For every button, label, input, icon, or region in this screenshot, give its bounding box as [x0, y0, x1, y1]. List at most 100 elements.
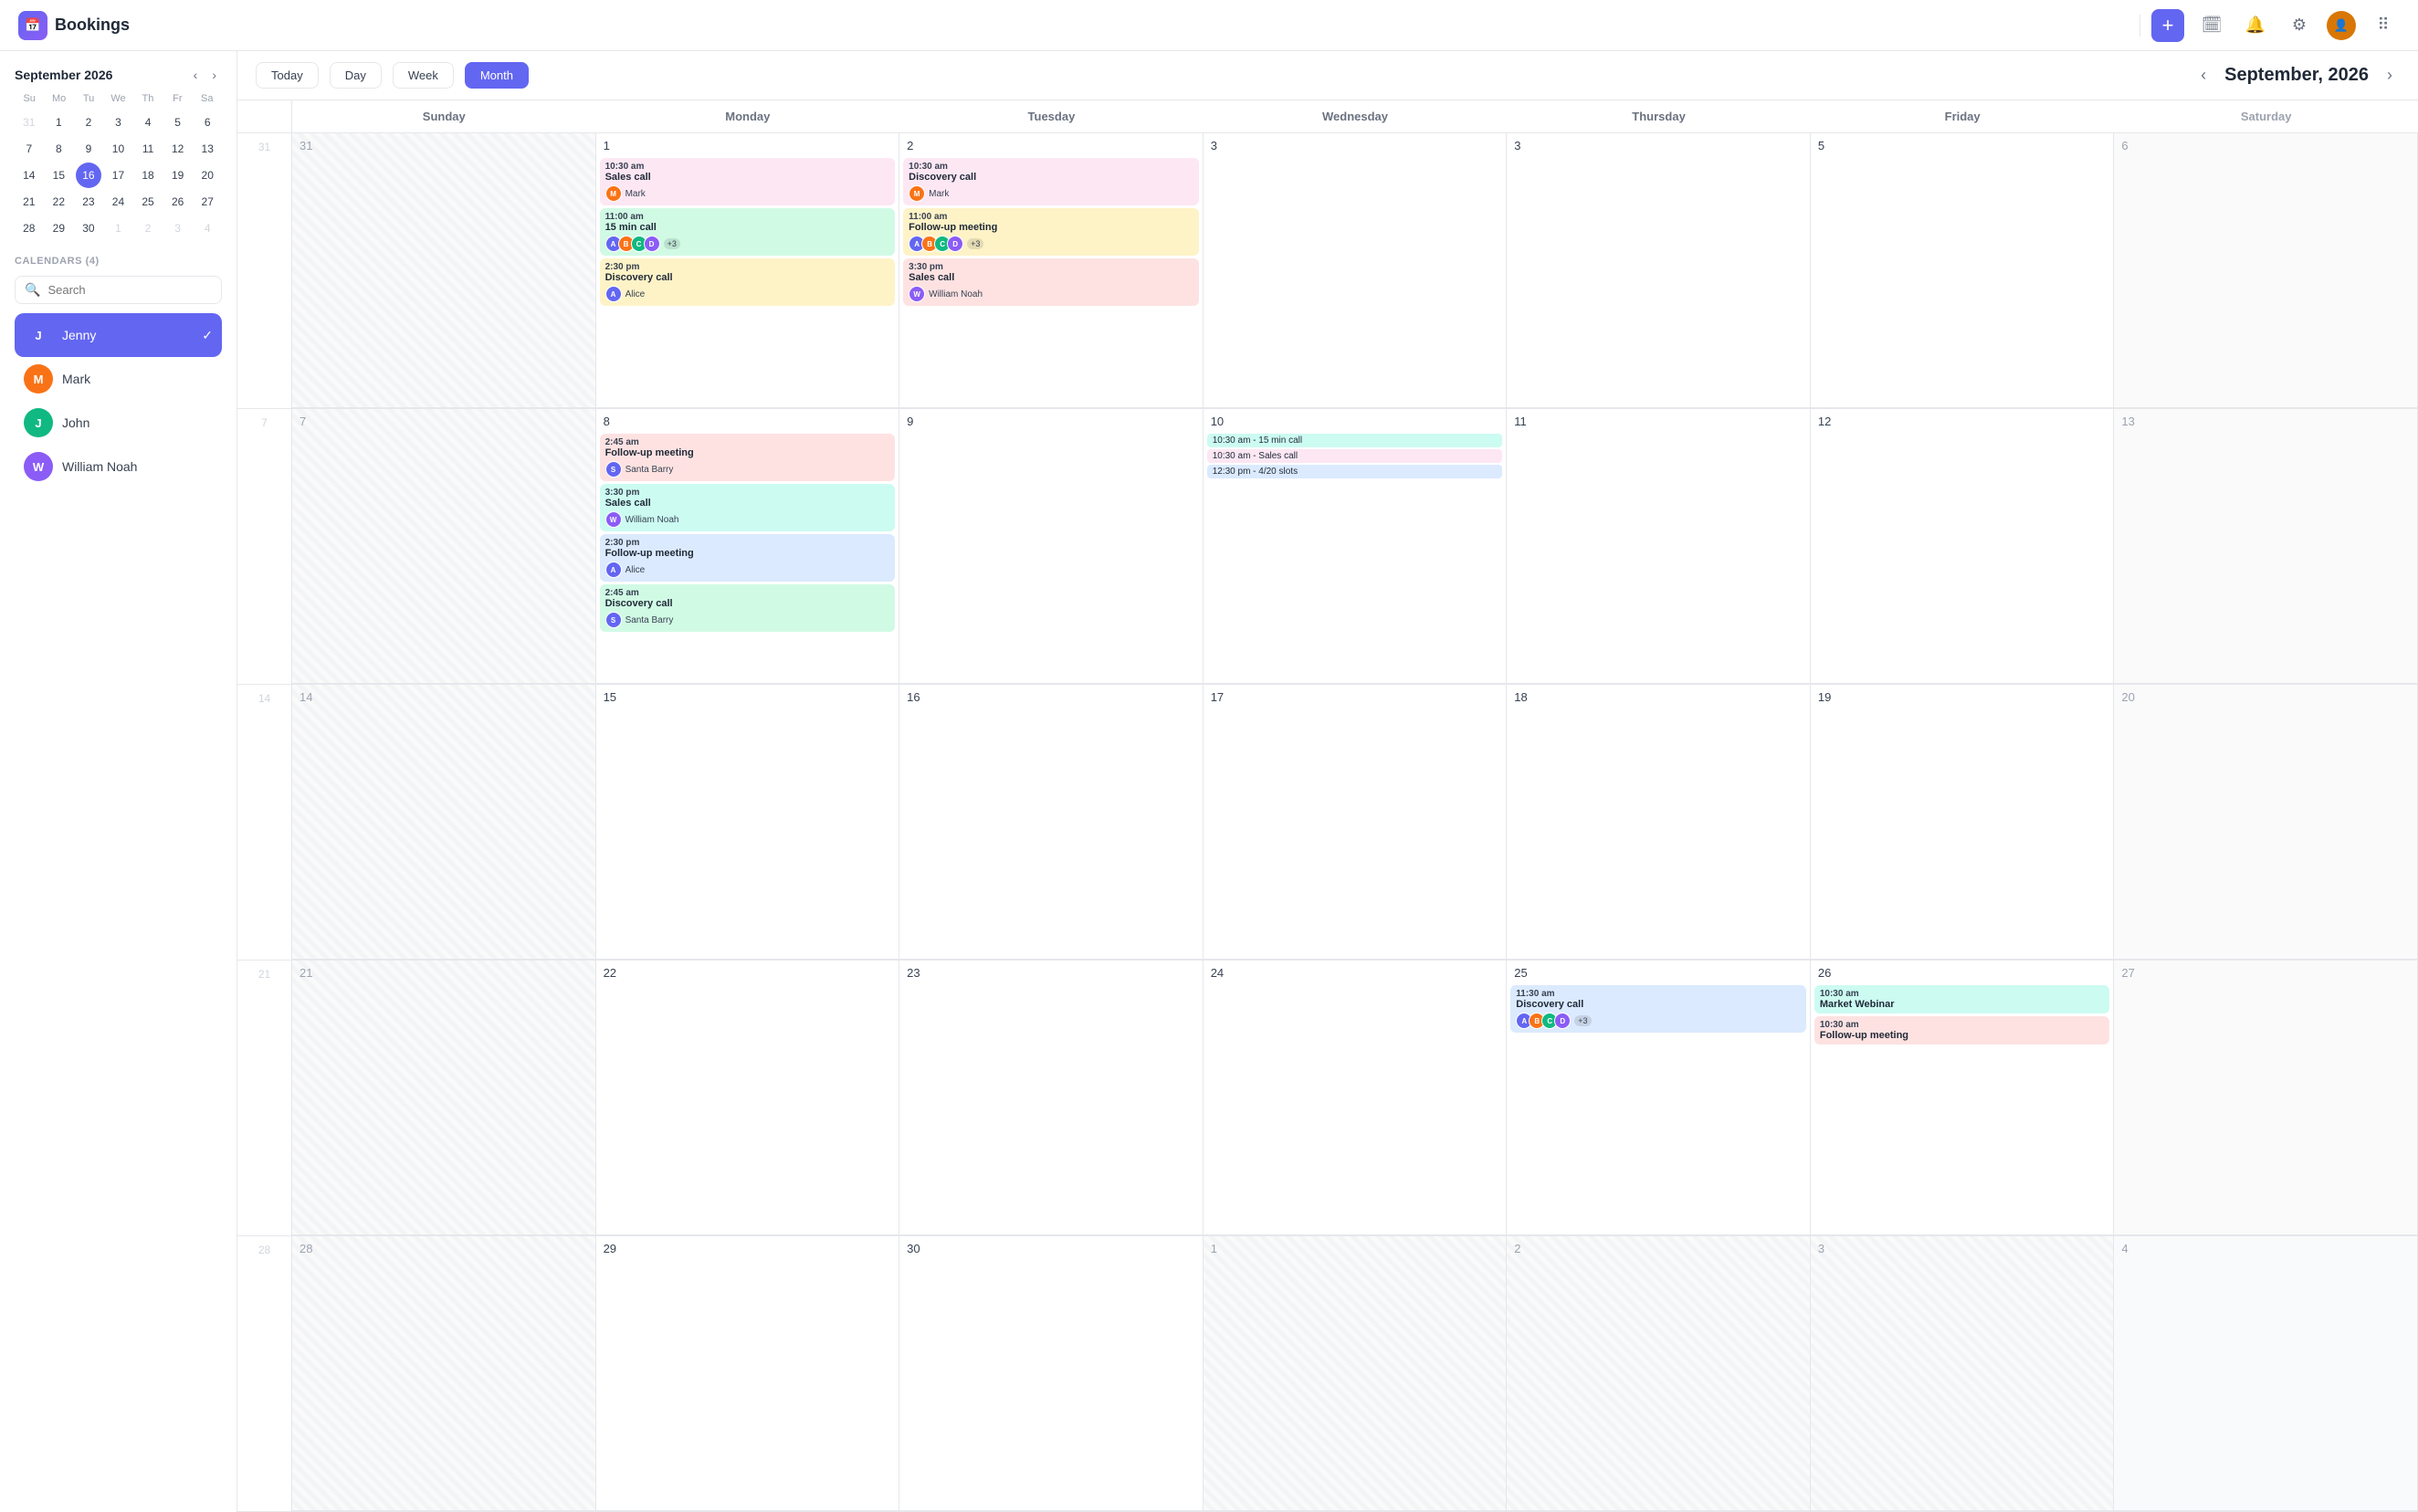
day-sep3-thu[interactable]: 3 [1507, 133, 1811, 408]
day-sep28[interactable]: 28 [292, 1236, 596, 1511]
mini-prev-button[interactable]: ‹ [188, 66, 204, 84]
mini-day[interactable]: 23 [76, 189, 101, 215]
day-sep23[interactable]: 23 [899, 961, 1204, 1235]
mini-day[interactable]: 4 [135, 110, 161, 135]
mini-day[interactable]: 13 [194, 136, 220, 162]
mini-day[interactable]: 12 [165, 136, 191, 162]
day-sep25[interactable]: 25 11:30 am Discovery call A B C D [1507, 961, 1811, 1235]
event-sales-compact[interactable]: 10:30 am - Sales call [1207, 449, 1503, 463]
event-slots-compact[interactable]: 12:30 pm - 4/20 slots [1207, 465, 1503, 478]
mini-day[interactable]: 11 [135, 136, 161, 162]
mini-day[interactable]: 21 [16, 189, 42, 215]
day-sep3-wed[interactable]: 3 [1204, 133, 1508, 408]
day-sep16[interactable]: 16 [899, 685, 1204, 960]
event-discovery-sep25[interactable]: 11:30 am Discovery call A B C D +3 [1510, 985, 1806, 1033]
day-sep24[interactable]: 24 [1204, 961, 1508, 1235]
event-15min-compact[interactable]: 10:30 am - 15 min call [1207, 434, 1503, 447]
mini-day[interactable]: 29 [46, 215, 71, 241]
event-sales-sep8[interactable]: 3:30 pm Sales call W William Noah [600, 484, 896, 531]
mini-day[interactable]: 3 [165, 215, 191, 241]
event-sales-sep2[interactable]: 3:30 pm Sales call W William Noah [903, 258, 1199, 306]
day-sep19[interactable]: 19 [1811, 685, 2115, 960]
mini-day[interactable]: 18 [135, 163, 161, 188]
calendar-item-william[interactable]: W William Noah [15, 445, 222, 488]
calendar-search-box[interactable]: 🔍 [15, 276, 222, 304]
mini-day[interactable]: 31 [16, 110, 42, 135]
prev-month-button[interactable]: ‹ [2193, 62, 2213, 89]
mini-day[interactable]: 14 [16, 163, 42, 188]
mini-day[interactable]: 24 [105, 189, 131, 215]
day-button[interactable]: Day [330, 62, 382, 89]
day-oct3[interactable]: 3 [1811, 1236, 2115, 1511]
day-aug31[interactable]: 31 [292, 133, 596, 408]
calendar-view-icon[interactable]: 🗓 [2195, 9, 2228, 42]
mini-day[interactable]: 9 [76, 136, 101, 162]
day-sep13[interactable]: 13 [2114, 409, 2418, 684]
month-button[interactable]: Month [465, 62, 529, 89]
calendar-item-mark[interactable]: M Mark [15, 357, 222, 401]
day-sep11[interactable]: 11 [1507, 409, 1811, 684]
day-sep14[interactable]: 14 [292, 685, 596, 960]
mini-day[interactable]: 5 [165, 110, 191, 135]
mini-day[interactable]: 4 [194, 215, 220, 241]
mini-day[interactable]: 2 [76, 110, 101, 135]
mini-day-today[interactable]: 16 [76, 163, 101, 188]
mini-day[interactable]: 1 [105, 215, 131, 241]
bell-icon[interactable]: 🔔 [2239, 9, 2272, 42]
day-sep6[interactable]: 6 [2114, 133, 2418, 408]
gear-icon[interactable]: ⚙ [2283, 9, 2316, 42]
event-webinar-sep26[interactable]: 10:30 am Market Webinar [1814, 985, 2110, 1013]
event-15min-sep1[interactable]: 11:00 am 15 min call A B C D +3 [600, 208, 896, 256]
day-sep15[interactable]: 15 [596, 685, 900, 960]
mini-day[interactable]: 15 [46, 163, 71, 188]
calendar-item-jenny[interactable]: J Jenny ✓ [15, 313, 222, 357]
day-sep10[interactable]: 10 10:30 am - 15 min call 10:30 am - Sal… [1204, 409, 1508, 684]
mini-day[interactable]: 17 [105, 163, 131, 188]
mini-day[interactable]: 2 [135, 215, 161, 241]
event-discovery-sep2[interactable]: 10:30 am Discovery call M Mark [903, 158, 1199, 205]
avatar[interactable]: 👤 [2327, 11, 2356, 40]
event-followup-sep8a[interactable]: 2:45 am Follow-up meeting S Santa Barry [600, 434, 896, 481]
mini-day[interactable]: 3 [105, 110, 131, 135]
day-sep1[interactable]: 1 10:30 am Sales call M Mark 11:00 am 15… [596, 133, 900, 408]
day-sep17[interactable]: 17 [1204, 685, 1508, 960]
day-oct2[interactable]: 2 [1507, 1236, 1811, 1511]
next-month-button[interactable]: › [2380, 62, 2400, 89]
mini-day[interactable]: 25 [135, 189, 161, 215]
mini-day[interactable]: 28 [16, 215, 42, 241]
mini-day[interactable]: 27 [194, 189, 220, 215]
day-sep7[interactable]: 7 [292, 409, 596, 684]
mini-day[interactable]: 26 [165, 189, 191, 215]
mini-day[interactable]: 10 [105, 136, 131, 162]
day-sep18[interactable]: 18 [1507, 685, 1811, 960]
mini-day[interactable]: 30 [76, 215, 101, 241]
day-sep12[interactable]: 12 [1811, 409, 2115, 684]
day-sep30[interactable]: 30 [899, 1236, 1204, 1511]
day-sep9[interactable]: 9 [899, 409, 1204, 684]
day-sep5[interactable]: 5 [1811, 133, 2115, 408]
event-followup-sep2[interactable]: 11:00 am Follow-up meeting A B C D +3 [903, 208, 1199, 256]
day-oct4[interactable]: 4 [2114, 1236, 2418, 1511]
mini-day[interactable]: 7 [16, 136, 42, 162]
day-sep20[interactable]: 20 [2114, 685, 2418, 960]
day-sep27[interactable]: 27 [2114, 961, 2418, 1235]
event-followup-sep26[interactable]: 10:30 am Follow-up meeting [1814, 1016, 2110, 1045]
mini-day[interactable]: 8 [46, 136, 71, 162]
today-button[interactable]: Today [256, 62, 319, 89]
day-sep22[interactable]: 22 [596, 961, 900, 1235]
day-sep29[interactable]: 29 [596, 1236, 900, 1511]
event-followup-sep8b[interactable]: 2:30 pm Follow-up meeting A Alice [600, 534, 896, 582]
search-input[interactable] [47, 283, 212, 297]
mini-day[interactable]: 6 [194, 110, 220, 135]
event-discovery-sep1[interactable]: 2:30 pm Discovery call A Alice [600, 258, 896, 306]
grid-icon[interactable]: ⠿ [2367, 9, 2400, 42]
mini-next-button[interactable]: › [206, 66, 222, 84]
event-discovery-sep8[interactable]: 2:45 am Discovery call S Santa Barry [600, 584, 896, 632]
mini-day[interactable]: 1 [46, 110, 71, 135]
day-sep21[interactable]: 21 [292, 961, 596, 1235]
calendar-item-john[interactable]: J John [15, 401, 222, 445]
day-sep2[interactable]: 2 10:30 am Discovery call M Mark 11:00 a… [899, 133, 1204, 408]
mini-day[interactable]: 22 [46, 189, 71, 215]
mini-day[interactable]: 20 [194, 163, 220, 188]
mini-day[interactable]: 19 [165, 163, 191, 188]
